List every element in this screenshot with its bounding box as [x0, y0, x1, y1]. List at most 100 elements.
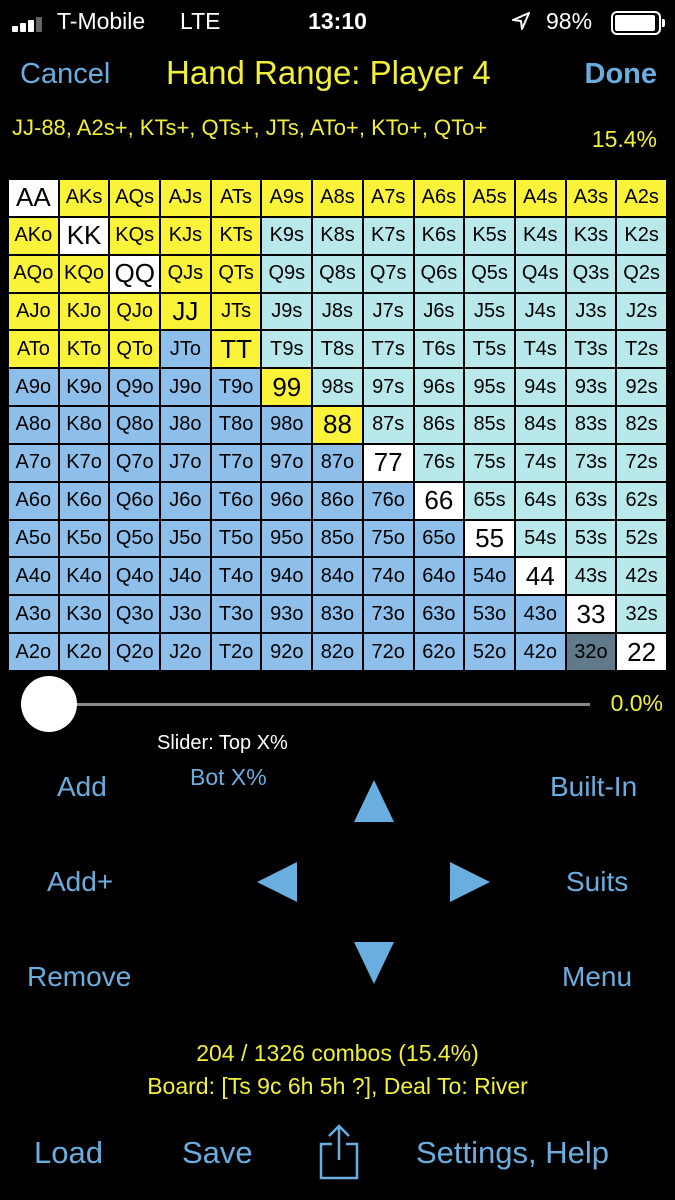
hand-cell-42o[interactable]: 42o	[515, 634, 565, 670]
hand-cell-j2s[interactable]: J2s	[617, 293, 666, 330]
hand-cell-jto[interactable]: JTo	[161, 331, 210, 368]
hand-cell-qts[interactable]: QTs	[211, 255, 261, 292]
hand-cell-a9s[interactable]: A9s	[262, 180, 312, 216]
bot-x-button[interactable]: Bot X%	[190, 764, 267, 791]
hand-cell-j5o[interactable]: J5o	[161, 520, 210, 557]
hand-cell-aks[interactable]: AKs	[59, 180, 109, 216]
hand-cell-k7s[interactable]: K7s	[363, 217, 413, 254]
save-button[interactable]: Save	[182, 1135, 253, 1171]
hand-cell-q7o[interactable]: Q7o	[110, 444, 160, 481]
hand-cell-q6o[interactable]: Q6o	[110, 482, 160, 519]
hand-cell-64s[interactable]: 64s	[515, 482, 565, 519]
done-button[interactable]: Done	[585, 58, 658, 91]
hand-cell-q9s[interactable]: Q9s	[262, 255, 312, 292]
hand-cell-j4s[interactable]: J4s	[515, 293, 565, 330]
settings-help-button[interactable]: Settings, Help	[416, 1135, 609, 1171]
hand-cell-42s[interactable]: 42s	[617, 558, 666, 595]
hand-cell-73s[interactable]: 73s	[566, 444, 616, 481]
hand-cell-a8o[interactable]: A8o	[9, 407, 58, 443]
hand-cell-a4s[interactable]: A4s	[515, 180, 565, 216]
hand-cell-a7o[interactable]: A7o	[9, 444, 58, 481]
hand-cell-kk[interactable]: KK	[59, 217, 109, 254]
hand-cell-t9s[interactable]: T9s	[262, 331, 312, 368]
hand-cell-97o[interactable]: 97o	[262, 444, 312, 481]
hand-cell-a3s[interactable]: A3s	[566, 180, 616, 216]
hand-cell-96s[interactable]: 96s	[414, 369, 464, 406]
hand-cell-j8s[interactable]: J8s	[313, 293, 362, 330]
hand-cell-aqs[interactable]: AQs	[110, 180, 160, 216]
hand-cell-q4s[interactable]: Q4s	[515, 255, 565, 292]
hand-cell-t5s[interactable]: T5s	[465, 331, 514, 368]
slider-knob[interactable]	[21, 676, 77, 732]
hand-cell-t6s[interactable]: T6s	[414, 331, 464, 368]
hand-cell-32s[interactable]: 32s	[617, 596, 666, 633]
hand-cell-a8s[interactable]: A8s	[313, 180, 362, 216]
hand-cell-86o[interactable]: 86o	[313, 482, 362, 519]
hand-cell-73o[interactable]: 73o	[363, 596, 413, 633]
hand-cell-t3o[interactable]: T3o	[211, 596, 261, 633]
hand-cell-q2s[interactable]: Q2s	[617, 255, 666, 292]
hand-cell-kts[interactable]: KTs	[211, 217, 261, 254]
hand-cell-74o[interactable]: 74o	[363, 558, 413, 595]
hand-cell-t4s[interactable]: T4s	[515, 331, 565, 368]
hand-cell-63s[interactable]: 63s	[566, 482, 616, 519]
hand-cell-k8o[interactable]: K8o	[59, 407, 109, 443]
hand-cell-76s[interactable]: 76s	[414, 444, 464, 481]
hand-cell-54o[interactable]: 54o	[465, 558, 514, 595]
slider-track[interactable]	[50, 703, 590, 706]
hand-cell-99[interactable]: 99	[262, 369, 312, 406]
hand-cell-k8s[interactable]: K8s	[313, 217, 362, 254]
hand-cell-a6o[interactable]: A6o	[9, 482, 58, 519]
hand-cell-q2o[interactable]: Q2o	[110, 634, 160, 670]
hand-cell-83s[interactable]: 83s	[566, 407, 616, 443]
hand-cell-q5o[interactable]: Q5o	[110, 520, 160, 557]
hand-cell-84o[interactable]: 84o	[313, 558, 362, 595]
hand-cell-t8o[interactable]: T8o	[211, 407, 261, 443]
hand-cell-k6s[interactable]: K6s	[414, 217, 464, 254]
hand-cell-t7s[interactable]: T7s	[363, 331, 413, 368]
hand-cell-92o[interactable]: 92o	[262, 634, 312, 670]
hand-cell-aqo[interactable]: AQo	[9, 255, 58, 292]
hand-cell-t9o[interactable]: T9o	[211, 369, 261, 406]
hand-cell-t2s[interactable]: T2s	[617, 331, 666, 368]
hand-cell-k2s[interactable]: K2s	[617, 217, 666, 254]
hand-cell-a3o[interactable]: A3o	[9, 596, 58, 633]
hand-cell-ajs[interactable]: AJs	[161, 180, 210, 216]
hand-cell-63o[interactable]: 63o	[414, 596, 464, 633]
hand-cell-j5s[interactable]: J5s	[465, 293, 514, 330]
hand-cell-q8s[interactable]: Q8s	[313, 255, 362, 292]
hand-cell-a7s[interactable]: A7s	[363, 180, 413, 216]
hand-cell-98o[interactable]: 98o	[262, 407, 312, 443]
hand-cell-q4o[interactable]: Q4o	[110, 558, 160, 595]
hand-cell-96o[interactable]: 96o	[262, 482, 312, 519]
hand-cell-t4o[interactable]: T4o	[211, 558, 261, 595]
hand-cell-kjo[interactable]: KJo	[59, 293, 109, 330]
hand-cell-65o[interactable]: 65o	[414, 520, 464, 557]
hand-cell-53s[interactable]: 53s	[566, 520, 616, 557]
hand-cell-k3o[interactable]: K3o	[59, 596, 109, 633]
hand-cell-tt[interactable]: TT	[211, 331, 261, 368]
hand-cell-86s[interactable]: 86s	[414, 407, 464, 443]
add-button[interactable]: Add	[57, 771, 107, 803]
hand-cell-76o[interactable]: 76o	[363, 482, 413, 519]
hand-cell-k7o[interactable]: K7o	[59, 444, 109, 481]
hand-cell-a5o[interactable]: A5o	[9, 520, 58, 557]
hand-cell-33[interactable]: 33	[566, 596, 616, 633]
hand-cell-j6s[interactable]: J6s	[414, 293, 464, 330]
hand-cell-t3s[interactable]: T3s	[566, 331, 616, 368]
hand-cell-t8s[interactable]: T8s	[313, 331, 362, 368]
hand-cell-t6o[interactable]: T6o	[211, 482, 261, 519]
hand-cell-kqs[interactable]: KQs	[110, 217, 160, 254]
hand-cell-qto[interactable]: QTo	[110, 331, 160, 368]
hand-cell-j9o[interactable]: J9o	[161, 369, 210, 406]
hand-cell-88[interactable]: 88	[313, 407, 362, 443]
hand-cell-87o[interactable]: 87o	[313, 444, 362, 481]
hand-cell-k9s[interactable]: K9s	[262, 217, 312, 254]
hand-cell-22[interactable]: 22	[617, 634, 666, 670]
hand-cell-k4o[interactable]: K4o	[59, 558, 109, 595]
hand-cell-q8o[interactable]: Q8o	[110, 407, 160, 443]
hand-cell-k6o[interactable]: K6o	[59, 482, 109, 519]
hand-cell-54s[interactable]: 54s	[515, 520, 565, 557]
suits-button[interactable]: Suits	[566, 866, 628, 898]
menu-button[interactable]: Menu	[562, 961, 632, 993]
